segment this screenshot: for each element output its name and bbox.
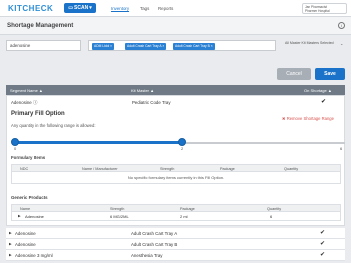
chevron-down-icon[interactable]: ⌄ [340, 41, 343, 46]
table-row[interactable]: ▶ Adenosine Adult Crash Cart Tray B ✔ [6, 239, 345, 250]
table-header: Segment Name ▲ Kit Master ▲ On Shortage … [6, 85, 345, 95]
app-logo: KITCHECK [8, 4, 54, 13]
close-icon[interactable]: × [110, 44, 112, 48]
table-row[interactable]: ▶ Adenosine 3 mg/ml Anesthesia Tray ✔ [6, 250, 345, 261]
fill-option-description: Any quantity in the following range is a… [11, 123, 96, 128]
sort-icon: ▲ [38, 88, 43, 93]
range-slider-fill [15, 141, 182, 144]
column-kit-master[interactable]: Kit Master ▲ [131, 88, 154, 93]
page-header: Shortage Management i [0, 17, 351, 35]
generic-product-row[interactable]: ▶ Adenosine 6 MG/2ML 2 ml 6 [11, 212, 341, 221]
filter-row: adenosine ADM Lidol × Adult Crash Cart T… [0, 40, 351, 54]
expand-arrow-icon[interactable]: ▶ [9, 242, 12, 246]
range-min-handle[interactable] [11, 138, 19, 146]
expand-arrow-icon[interactable]: ▶ [18, 214, 21, 218]
range-max-handle[interactable] [178, 138, 186, 146]
expanded-row-panel: Adenosine ⓘ Pediatric Code Tray ✔ Primar… [6, 95, 345, 226]
nav-reports[interactable]: Reports [158, 6, 173, 11]
range-min-label: 0 [14, 146, 17, 151]
range-max-label: 6 [340, 146, 343, 151]
save-button[interactable]: Save [315, 68, 345, 80]
search-input[interactable]: adenosine [6, 40, 81, 51]
formulary-empty-message: No specific formulary items currently in… [11, 172, 341, 184]
top-bar: KITCHECK ▭ SCAN ▾ Inventory Tags Reports… [0, 0, 351, 17]
shortage-check-icon[interactable]: ✔ [320, 251, 325, 258]
shortage-check-icon[interactable]: ✔ [320, 240, 325, 247]
master-select[interactable]: All Master Kit Masters Selected [285, 41, 334, 45]
remove-shortage-range-link[interactable]: ✖ Remove Shortage Range [282, 116, 334, 121]
close-icon[interactable]: × [211, 44, 213, 48]
expand-arrow-icon[interactable]: ▶ [9, 253, 12, 257]
shortage-check-icon[interactable]: ✔ [320, 229, 325, 236]
column-segment-name[interactable]: Segment Name ▲ [10, 88, 43, 93]
row-kit-master: Pediatric Code Tray [132, 100, 171, 105]
kit-master-chips[interactable]: ADM Lidol × Adult Crash Cart Tray A × Ad… [88, 40, 276, 51]
generic-products-title: Generic Products [11, 195, 48, 200]
remove-icon: ✖ [282, 116, 286, 121]
info-icon[interactable]: ⓘ [33, 100, 37, 105]
column-on-shortage[interactable]: On Shortage ▲ [304, 88, 332, 93]
info-icon[interactable]: i [338, 22, 345, 29]
table-row[interactable]: ▶ Adenosine Adult Crash Cart Tray A ✔ [6, 228, 345, 239]
chip-adult-crash-cart-b[interactable]: Adult Crash Cart Tray B × [173, 43, 215, 50]
cancel-button[interactable]: Cancel [277, 68, 311, 80]
generic-table-header: Name Strength Package Quantity [11, 204, 341, 212]
page-title: Shortage Management [7, 22, 74, 29]
expand-arrow-icon[interactable]: ▶ [9, 231, 12, 235]
user-hospital: Pharmer Hospital [305, 9, 330, 13]
formulary-items-title: Formulary Items [11, 155, 46, 160]
scan-label: SCAN [74, 5, 89, 11]
chip-adm-lidol[interactable]: ADM Lidol × [92, 43, 115, 50]
sort-icon: ▲ [150, 88, 155, 93]
scan-button[interactable]: ▭ SCAN ▾ [64, 3, 96, 13]
row-segment-name: Adenosine ⓘ [11, 100, 38, 105]
nav-inventory[interactable]: Inventory [111, 6, 129, 11]
sort-icon: ▲ [327, 88, 332, 93]
formulary-table-header: NDC Name / Manufacturer Strength Package… [11, 164, 341, 172]
user-menu[interactable]: Jan Pharmacist Pharmer Hospital [302, 3, 347, 14]
range-mid-label: 2 [181, 146, 184, 151]
close-icon[interactable]: × [162, 44, 164, 48]
scan-icon: ▭ [68, 5, 74, 11]
shortage-check-icon[interactable]: ✔ [321, 98, 326, 105]
nav-tags[interactable]: Tags [140, 6, 149, 11]
chevron-down-icon: ▾ [89, 5, 92, 11]
fill-option-title: Primary Fill Option [11, 111, 65, 117]
chip-adult-crash-cart-a[interactable]: Adult Crash Cart Tray A × [125, 43, 167, 50]
